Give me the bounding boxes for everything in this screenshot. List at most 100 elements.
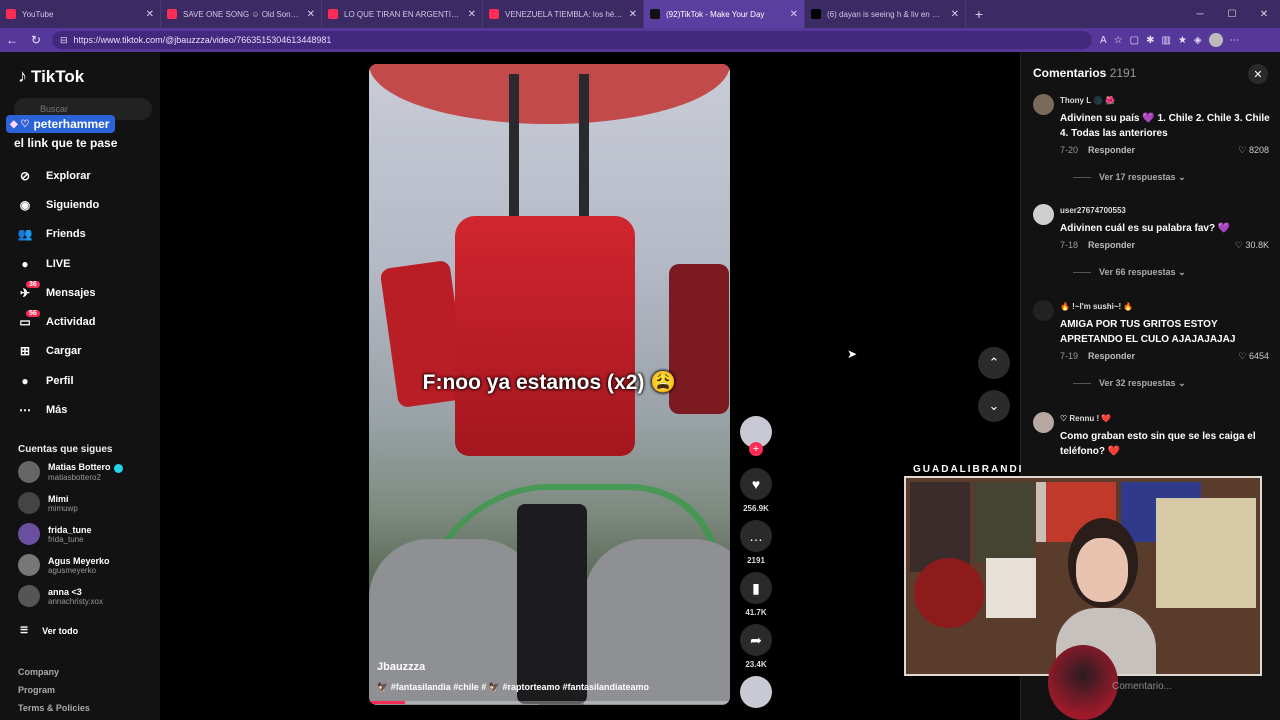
followed-account[interactable]: anna <3 annachristy.xox	[18, 585, 103, 607]
sidebar-item-siguiendo[interactable]: ◉ Siguiendo	[16, 190, 99, 219]
sidebar-item-friends[interactable]: 👥 Friends	[16, 220, 99, 249]
sidebar-item-actividad[interactable]: ▭ 56 Actividad	[16, 307, 99, 336]
shield-icon[interactable]: ◈	[1194, 35, 1202, 46]
tab-close-icon[interactable]: ✕	[468, 9, 476, 20]
minimize-icon[interactable]: ─	[1184, 0, 1216, 28]
sidebar-item-perfil[interactable]: ● Perfil	[16, 366, 99, 395]
tab-close-icon[interactable]: ✕	[146, 9, 154, 20]
avatar[interactable]	[1033, 204, 1054, 225]
avatar[interactable]	[1033, 300, 1054, 321]
sidebar-item-cargar[interactable]: ⊞ Cargar	[16, 337, 99, 366]
sidebar-item-label: Perfil	[46, 374, 74, 387]
browser-tab[interactable]: (92)TikTok - Make Your Day ✕	[644, 0, 805, 28]
reader-icon[interactable]: ▢	[1130, 35, 1139, 46]
close-icon[interactable]: ✕	[1248, 64, 1268, 84]
tab-favicon-icon	[6, 9, 16, 19]
account-name: Matias Bottero	[48, 462, 111, 473]
sidebar-item-explorar[interactable]: ⊘ Explorar	[16, 161, 99, 190]
footer-link[interactable]: Company	[18, 667, 59, 677]
reply-button[interactable]: Responder	[1088, 351, 1135, 361]
followed-account[interactable]: Agus Meyerko agusmeyerko	[18, 554, 110, 576]
menu-icon[interactable]: ⋯	[1230, 35, 1240, 46]
comment-like-button[interactable]: ♡ 8208	[1238, 145, 1269, 156]
reload-icon[interactable]: ↻	[24, 28, 48, 52]
view-replies-button[interactable]: Ver 17 respuestas ⌄	[1073, 172, 1186, 183]
browser-tab[interactable]: LO QUE TIRAN EN ARGENTINA EN ✕	[322, 0, 483, 28]
tab-close-icon[interactable]: ✕	[307, 9, 315, 20]
sidebar-item-label: LIVE	[46, 257, 71, 270]
live-icon: ●	[21, 256, 29, 271]
previous-video-button[interactable]: ⌃	[978, 347, 1010, 379]
comment-like-button[interactable]: ♡ 6454	[1238, 351, 1269, 362]
creator-avatar[interactable]: +	[740, 416, 772, 456]
extensions-icon[interactable]: ✱	[1146, 35, 1154, 46]
browser-tab[interactable]: YouTube ✕	[0, 0, 161, 28]
view-replies-button[interactable]: Ver 32 respuestas ⌄	[1073, 378, 1186, 389]
reply-button[interactable]: Responder	[1088, 145, 1135, 155]
like-button[interactable]: ♥ 256.9K	[740, 468, 772, 513]
comment-date: 7-18	[1060, 240, 1079, 250]
footer-link[interactable]: Terms & Policies	[18, 703, 90, 713]
browser-tab[interactable]: SAVE ONE SONG ☺ Old Song vs ✕	[161, 0, 322, 28]
tab-close-icon[interactable]: ✕	[790, 9, 798, 20]
comment-count: 2191	[747, 556, 765, 565]
new-tab-button[interactable]: +	[966, 0, 992, 28]
comment-username[interactable]: ♡ Rennu ! ❤️	[1060, 414, 1111, 423]
profile-avatar[interactable]	[1208, 33, 1223, 47]
browser-tab[interactable]: VENEZUELA TIEMBLA: los héroes c ✕	[483, 0, 644, 28]
comment-button[interactable]: … 2191	[740, 520, 772, 565]
sidebar-item-mensajes[interactable]: ✈ 36 Mensajes	[16, 278, 99, 307]
comments-title: Comentarios 2191	[1033, 66, 1136, 80]
footer-link[interactable]: Program	[18, 685, 55, 695]
favorites-icon[interactable]: ★	[1178, 35, 1187, 46]
followed-account[interactable]: frida_tune frida_tune	[18, 523, 92, 545]
followed-account[interactable]: Matias Bottero matiasbottero2	[18, 461, 123, 483]
avatar	[18, 461, 40, 483]
comment-like-count: 6454	[1248, 351, 1269, 361]
back-icon[interactable]: ←	[0, 28, 24, 52]
like-count: 256.9K	[743, 504, 769, 513]
profile-icon: ●	[21, 373, 29, 388]
following-icon: ◉	[19, 197, 31, 212]
site-info-icon[interactable]: ⊟	[60, 35, 68, 46]
url-field[interactable]: ⊟ https://www.tiktok.com/@jbauzzza/video…	[52, 31, 1092, 49]
sidebar-item-ms[interactable]: ⋯ Más	[16, 395, 99, 424]
close-window-icon[interactable]: ✕	[1248, 0, 1280, 28]
comment-input[interactable]: Comentario...	[1112, 681, 1172, 692]
save-button[interactable]: ▮ 41.7K	[740, 572, 772, 617]
reply-button[interactable]: Responder	[1088, 240, 1135, 250]
bookmark-icon: ▮	[740, 572, 772, 604]
followed-account[interactable]: Mimi mimuwp	[18, 492, 78, 514]
comment-username[interactable]: 🔥 !~I'm sushi~! 🔥	[1060, 302, 1133, 311]
tab-close-icon[interactable]: ✕	[629, 9, 637, 20]
comment-like-button[interactable]: ♡ 30.8K	[1235, 240, 1269, 251]
favorite-star-icon[interactable]: ☆	[1114, 35, 1123, 46]
see-all-link[interactable]: ☰ Ver todo	[20, 625, 78, 636]
browser-tab[interactable]: (6) dayan is seeing h & liv en X: "h ✕	[805, 0, 966, 28]
share-button[interactable]: ➦ 23.4K	[740, 624, 772, 669]
video-progress-bar[interactable]	[369, 701, 730, 704]
avatar[interactable]	[1033, 412, 1054, 433]
video-player[interactable]: F:noo ya estamos (x2) 😩 Jbauzzza 🦅 #fant…	[369, 64, 730, 705]
tiktok-logo[interactable]: ♪ TikTok	[18, 66, 84, 87]
comment-username[interactable]: Thony L 🌑 🌺	[1060, 96, 1115, 105]
follow-plus-icon[interactable]: +	[749, 442, 763, 456]
video-author[interactable]: Jbauzzza	[377, 661, 425, 673]
poster	[1156, 498, 1256, 608]
tab-favicon-icon	[167, 9, 177, 19]
sidebar-item-live[interactable]: ● LIVE	[16, 249, 99, 278]
comment-username[interactable]: user27674700553	[1060, 206, 1126, 215]
maximize-icon[interactable]: ☐	[1216, 0, 1248, 28]
following-title: Cuentas que sigues	[18, 444, 113, 455]
split-screen-icon[interactable]: ▥	[1161, 35, 1170, 46]
view-replies-button[interactable]: Ver 66 respuestas ⌄	[1073, 267, 1186, 278]
address-bar-row: ← ↻ ⊟ https://www.tiktok.com/@jbauzzza/v…	[0, 28, 1280, 52]
account-handle: frida_tune	[48, 534, 84, 544]
tab-close-icon[interactable]: ✕	[951, 9, 959, 20]
translate-icon[interactable]: A	[1100, 35, 1107, 46]
video-hashtags[interactable]: 🦅 #fantasilandia #chile # 🦅 #raptorteamo…	[377, 682, 649, 693]
music-avatar[interactable]	[740, 676, 772, 708]
avatar[interactable]	[1033, 94, 1054, 115]
sidebar-item-label: Explorar	[46, 169, 91, 182]
next-video-button[interactable]: ⌄	[978, 390, 1010, 422]
